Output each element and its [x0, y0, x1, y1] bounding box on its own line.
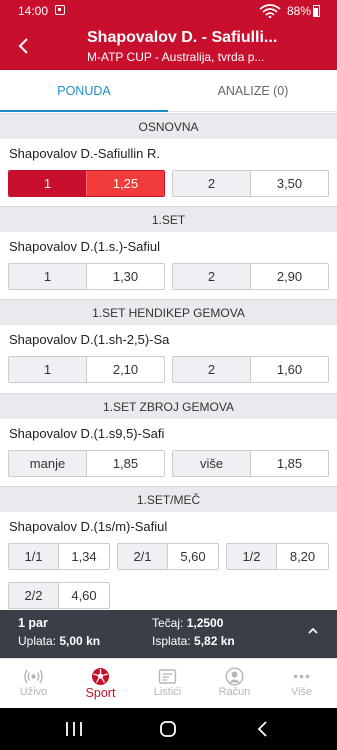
betslip-odds: Tečaj: 1,2500 — [152, 616, 223, 630]
payout-value: 5,82 kn — [194, 634, 235, 648]
betslip-count: 1 par — [18, 616, 48, 630]
bottom-nav: Uživo Sport Listići Račun Više — [0, 658, 337, 708]
odds-row: 1 2,10 2 1,60 — [0, 356, 337, 383]
odd-value: 1,25 — [87, 171, 164, 196]
payout-label: Isplata: — [152, 634, 191, 648]
status-time: 14:00 — [18, 4, 49, 18]
odd-label: 2 — [173, 171, 251, 196]
nav-item-uzivo[interactable]: Uživo — [0, 659, 67, 709]
odd-value: 1,85 — [251, 451, 328, 476]
odd-value: 3,50 — [251, 171, 328, 196]
odds-row: 2/2 4,60 — [0, 582, 337, 609]
odd-button-1-1[interactable]: 1/1 1,34 — [8, 543, 110, 570]
tab-analize[interactable]: ANALIZE (0) — [169, 70, 337, 112]
odd-value: 1,34 — [59, 544, 109, 569]
odd-button-under[interactable]: manje 1,85 — [8, 450, 165, 477]
recent-apps-icon[interactable] — [64, 721, 84, 742]
odd-button-1[interactable]: 1 1,30 — [8, 263, 165, 290]
market-header-1-set: 1.SET — [0, 206, 337, 232]
more-icon — [292, 667, 311, 686]
odds-row: 1 1,30 2 2,90 — [0, 263, 337, 290]
odd-label: 1/1 — [9, 544, 59, 569]
chevron-up-icon[interactable] — [306, 624, 320, 638]
live-icon — [24, 667, 43, 686]
match-name: Shapovalov D.(1.s.)-Safiul — [9, 239, 161, 254]
back-arrow-icon[interactable] — [14, 34, 34, 58]
nav-item-vise[interactable]: Više — [268, 659, 335, 709]
notification-icon — [55, 5, 65, 15]
nav-item-listici[interactable]: Listići — [134, 659, 201, 709]
match-name: Shapovalov D.(1.sh-2,5)-Sa — [9, 332, 170, 347]
back-icon[interactable] — [256, 720, 270, 743]
odds-value: 1,2500 — [186, 616, 224, 630]
nav-item-sport[interactable]: Sport — [67, 659, 134, 709]
match-name: Shapovalov D.-Safiullin R. — [9, 146, 161, 161]
odd-label: 1 — [9, 171, 87, 196]
battery-percent: 88% — [287, 4, 312, 18]
odd-button-2-1[interactable]: 2/1 5,60 — [117, 543, 219, 570]
odd-label: 2 — [173, 264, 251, 289]
tab-ponuda[interactable]: PONUDA — [0, 70, 168, 112]
tab-bar: PONUDA ANALIZE (0) — [0, 70, 337, 112]
odd-label: 2/2 — [9, 583, 59, 608]
odd-value: 2,10 — [87, 357, 164, 382]
betslip-summary[interactable]: 1 par Uplata: 5,00 kn Tečaj: 1,2500 Ispl… — [0, 610, 337, 658]
odds-row: 1/1 1,34 2/1 5,60 1/2 8,20 — [0, 543, 337, 570]
wifi-icon — [259, 4, 281, 21]
market-header-osnovna: OSNOVNA — [0, 113, 337, 139]
odd-button-2[interactable]: 2 3,50 — [172, 170, 329, 197]
nav-label: Više — [290, 686, 313, 698]
betslip-stake: Uplata: 5,00 kn — [18, 634, 100, 648]
odd-label: 1/2 — [227, 544, 277, 569]
odd-value: 1,85 — [87, 451, 164, 476]
match-name: Shapovalov D.(1s/m)-Safiul — [9, 519, 168, 534]
odds-label: Tečaj: — [152, 616, 184, 630]
odd-label: više — [173, 451, 251, 476]
odd-label: 1 — [9, 264, 87, 289]
market-header-total-games: 1.SET ZBROJ GEMOVA — [0, 393, 337, 419]
home-icon[interactable] — [159, 720, 177, 743]
nav-item-racun[interactable]: Račun — [201, 659, 268, 709]
status-bar: 14:00 88% — [0, 0, 337, 22]
nav-label: Listići — [153, 686, 182, 698]
odds-row: 1 1,25 2 3,50 — [0, 170, 337, 197]
betslip-payout: Isplata: 5,82 kn — [152, 634, 235, 648]
odd-label: manje — [9, 451, 87, 476]
odd-label: 1 — [9, 357, 87, 382]
match-name: Shapovalov D.(1.s9,5)-Safi — [9, 426, 165, 441]
tickets-icon — [158, 667, 177, 686]
football-icon — [91, 667, 110, 686]
odd-button-2[interactable]: 2 1,60 — [172, 356, 329, 383]
system-nav-bar — [0, 708, 337, 750]
nav-label: Račun — [218, 686, 251, 698]
odd-value: 2,90 — [251, 264, 328, 289]
odd-button-1-2[interactable]: 1/2 8,20 — [226, 543, 329, 570]
odd-label: 2 — [173, 357, 251, 382]
page-subtitle: M-ATP CUP - Australija, tvrda p... — [87, 50, 265, 64]
odd-button-2[interactable]: 2 2,90 — [172, 263, 329, 290]
nav-label: Sport — [85, 686, 116, 700]
odd-value: 4,60 — [59, 583, 109, 608]
odd-value: 8,20 — [277, 544, 328, 569]
odd-button-2-2[interactable]: 2/2 4,60 — [8, 582, 110, 609]
odd-button-over[interactable]: više 1,85 — [172, 450, 329, 477]
odd-value: 5,60 — [168, 544, 218, 569]
market-header-set-match: 1.SET/MEČ — [0, 486, 337, 512]
app-bar: Shapovalov D. - Safiulli... M-ATP CUP - … — [0, 22, 337, 70]
stake-value: 5,00 kn — [59, 634, 101, 648]
battery-icon — [313, 5, 320, 17]
nav-label: Uživo — [19, 686, 48, 698]
odd-value: 1,30 — [87, 264, 164, 289]
odd-label: 2/1 — [118, 544, 168, 569]
market-header-handicap: 1.SET HENDIKEP GEMOVA — [0, 299, 337, 325]
odds-row: manje 1,85 više 1,85 — [0, 450, 337, 477]
page-title: Shapovalov D. - Safiulli... — [87, 29, 278, 46]
odd-button-1[interactable]: 1 2,10 — [8, 356, 165, 383]
odd-button-1-selected[interactable]: 1 1,25 — [8, 170, 165, 197]
stake-label: Uplata: — [18, 634, 57, 648]
odd-value: 1,60 — [251, 357, 328, 382]
account-icon — [225, 667, 244, 686]
